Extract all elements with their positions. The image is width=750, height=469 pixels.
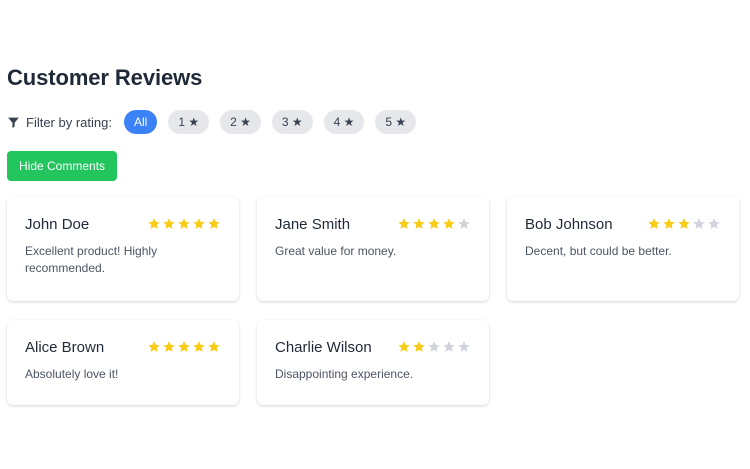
review-card: Bob Johnson Decent, but could be better. (507, 197, 739, 301)
star-empty-icon (458, 341, 470, 352)
reviewer-name: Charlie Wilson (275, 338, 372, 356)
star-empty-icon (708, 218, 720, 229)
star-filled-icon (193, 341, 205, 352)
star-empty-icon (443, 341, 455, 352)
star-rating (147, 217, 221, 231)
review-comment: Decent, but could be better. (525, 244, 672, 258)
review-grid: John Doe Excellent product! Highly recom… (7, 197, 742, 405)
star-filled-icon (413, 218, 425, 229)
star-filled-icon (443, 218, 455, 229)
filter-label: Filter by rating: (26, 114, 112, 130)
star-filled-icon (148, 341, 160, 352)
star-filled-icon (398, 341, 410, 352)
star-empty-icon (428, 341, 440, 352)
reviewer-name: Jane Smith (275, 215, 351, 233)
filter-chip-5-star[interactable]: 5 ★ (375, 110, 417, 134)
star-empty-icon (693, 218, 705, 229)
star-filled-icon (208, 218, 220, 229)
star-filled-icon (148, 218, 160, 229)
star-filled-icon (663, 218, 675, 229)
filter-icon (7, 116, 20, 129)
star-filled-icon (413, 341, 425, 352)
filter-chip-all[interactable]: All (123, 110, 158, 134)
page-title: Customer Reviews (7, 65, 203, 90)
star-filled-icon (398, 218, 410, 229)
star-rating (397, 217, 471, 231)
star-filled-icon (678, 218, 690, 229)
star-rating (397, 340, 471, 354)
review-comment: Disappointing experience. (275, 367, 414, 381)
star-rating (647, 217, 721, 231)
star-rating (147, 340, 221, 354)
reviews-page: Customer Reviews Filter by rating: All 1… (7, 60, 742, 405)
star-filled-icon (163, 341, 175, 352)
star-empty-icon (458, 218, 470, 229)
review-comment: Absolutely love it! (25, 367, 119, 381)
star-filled-icon (428, 218, 440, 229)
star-filled-icon (193, 218, 205, 229)
star-filled-icon (208, 341, 220, 352)
star-filled-icon (163, 218, 175, 229)
filter-chip-3-star[interactable]: 3 ★ (271, 110, 313, 134)
reviewer-name: Bob Johnson (525, 215, 613, 233)
review-card: Alice Brown Absolutely love it! (7, 320, 239, 405)
star-filled-icon (178, 341, 190, 352)
review-card: Charlie Wilson Disappointing experience. (257, 320, 489, 405)
review-comment: Great value for money. (275, 244, 397, 258)
filter-chip-2-star[interactable]: 2 ★ (220, 110, 261, 134)
filter-chip-4-star[interactable]: 4 ★ (323, 110, 365, 134)
filter-chip-1-star[interactable]: 1 ★ (168, 110, 210, 134)
review-card: Jane Smith Great value for money. (257, 197, 489, 301)
review-comment: Excellent product! Highly recommended. (25, 244, 158, 275)
rating-filter: Filter by rating: All 1 ★ 2 ★ 3 ★ 4 ★ 5 … (7, 110, 742, 134)
reviewer-name: Alice Brown (25, 338, 105, 356)
star-filled-icon (178, 218, 190, 229)
reviewer-name: John Doe (25, 215, 90, 233)
review-card: John Doe Excellent product! Highly recom… (7, 197, 239, 301)
star-filled-icon (648, 218, 660, 229)
hide-comments-button[interactable]: Hide Comments (7, 151, 118, 181)
